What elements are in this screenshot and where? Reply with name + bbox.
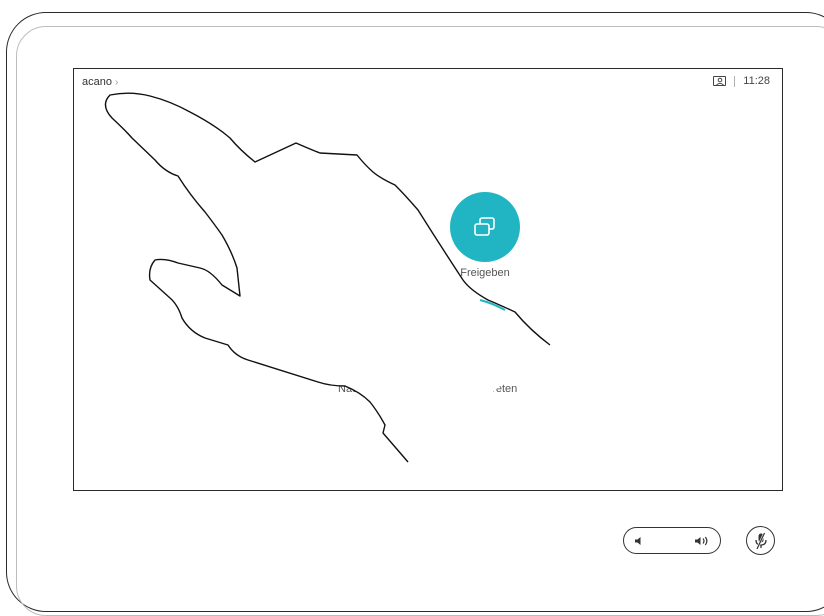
volume-down-icon[interactable]: [634, 536, 646, 546]
device-name: acano: [82, 76, 112, 88]
share-screen-icon: [474, 217, 495, 236]
status-bar: 11:28: [713, 75, 770, 87]
microphone-mute-icon: [754, 531, 767, 550]
touch-screen: acano › 11:28 Freigeben Nac ..treten: [73, 68, 783, 491]
share-label: Freigeben: [460, 267, 510, 279]
share-button[interactable]: [450, 192, 520, 262]
chevron-right-icon: ›: [114, 76, 119, 88]
volume-up-icon[interactable]: [694, 535, 710, 547]
join-option-label[interactable]: ..treten: [483, 383, 517, 395]
call-option-label[interactable]: Nac: [338, 383, 358, 395]
divider: [734, 75, 736, 87]
self-view-icon[interactable]: [713, 76, 727, 86]
volume-control[interactable]: [623, 527, 721, 554]
clock: 11:28: [743, 75, 770, 87]
device-name-button[interactable]: acano ›: [82, 76, 118, 88]
microphone-mute-button[interactable]: [746, 526, 775, 555]
